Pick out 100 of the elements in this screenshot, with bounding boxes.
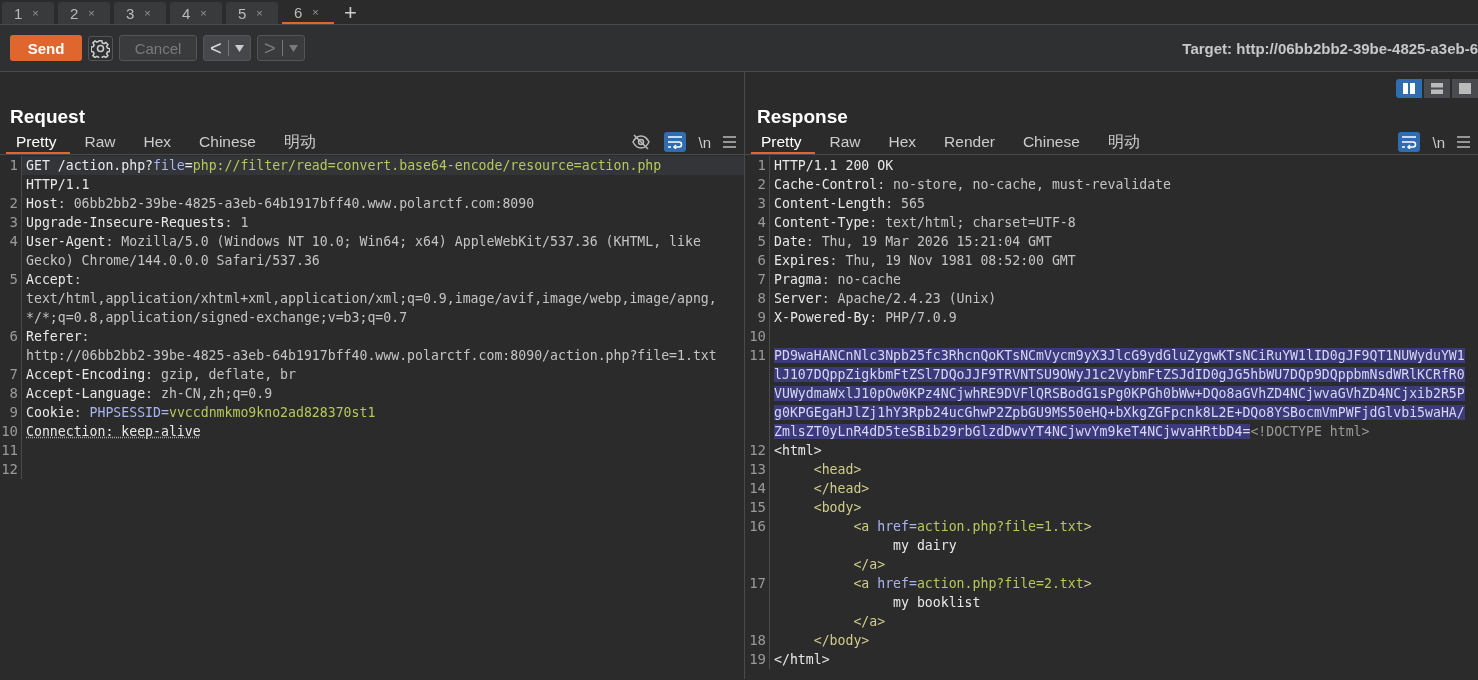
line-number: 12 <box>0 460 22 479</box>
line-number: 12 <box>745 441 770 460</box>
view-tab[interactable]: Chinese <box>1012 130 1094 154</box>
session-tab[interactable]: 3 × <box>114 2 166 24</box>
pane-title: Response <box>756 105 849 129</box>
code-line: Gecko) Chrome/144.0.0.0 Safari/537.36 <box>25 252 321 270</box>
columns-icon <box>1403 83 1415 94</box>
line-number: 6 <box>745 251 770 270</box>
line-number: 9 <box>0 403 22 422</box>
close-icon[interactable]: × <box>312 6 319 18</box>
line-number: 3 <box>745 194 770 213</box>
add-tab-button[interactable]: + <box>338 2 357 24</box>
line-number: 18 <box>745 631 770 650</box>
code-line: Connection: keep-alive <box>25 423 202 441</box>
code-line: Accept-Language: zh-CN,zh;q=0.9 <box>25 385 274 403</box>
newline-toggle[interactable]: \n <box>698 132 711 152</box>
view-tab[interactable]: Chinese <box>189 130 270 154</box>
line-number: 11 <box>0 441 22 460</box>
layout-toggle[interactable] <box>1452 79 1478 98</box>
line-number: 5 <box>745 232 770 251</box>
code-line: <head> <box>812 461 863 479</box>
code-line: </a> <box>852 613 887 631</box>
layout-toggle[interactable] <box>1396 79 1422 98</box>
view-tab[interactable]: Raw <box>74 130 130 154</box>
view-tab[interactable]: Hex <box>133 130 186 154</box>
hide-button[interactable] <box>630 132 653 152</box>
line-number: 5 <box>0 270 22 289</box>
code-line: Accept: <box>25 271 83 289</box>
code-line: Server: Apache/2.4.23 (Unix) <box>773 290 998 308</box>
line-number: 10 <box>745 327 770 346</box>
line-number: 9 <box>745 308 770 327</box>
session-tab[interactable]: 1 × <box>2 2 54 24</box>
menu-icon[interactable] <box>1457 136 1470 148</box>
line-number: 11 <box>745 346 770 365</box>
back-button[interactable]: < <box>203 35 251 61</box>
code-line: http://06bb2bb2-39be-4825-a3eb-64b1917bff40.www.polarctf.com:8090/action.php?file=1.txt <box>25 347 718 365</box>
view-tab[interactable]: Hex <box>878 130 931 154</box>
caret-icon[interactable] <box>234 44 244 52</box>
code-line: Upgrade-Insecure-Requests: 1 <box>25 214 250 232</box>
line-number: 2 <box>0 194 22 213</box>
line-number: 14 <box>745 479 770 498</box>
close-icon[interactable]: × <box>256 7 263 19</box>
code-line: </body> <box>812 632 871 650</box>
wrap-icon <box>1401 135 1418 149</box>
settings-button[interactable] <box>88 35 113 61</box>
code-line: my dairy <box>892 537 958 555</box>
code-line: X-Powered-By: PHP/7.0.9 <box>773 309 958 327</box>
code-line: Referer: <box>25 328 91 346</box>
code-line: Host: 06bb2bb2-39be-4825-a3eb-64b1917bff40.www.polarctf.com:8090 <box>25 195 536 213</box>
line-number: 2 <box>745 175 770 194</box>
code-line: Pragma: no-cache <box>773 271 903 289</box>
code-line: </a> <box>852 556 887 574</box>
eye-slash-icon <box>632 134 651 150</box>
code-line: <a href=action.php?file=1.txt> <box>852 518 1093 536</box>
code-line: Cache-Control: no-store, no-cache, must-revalidate <box>773 176 1172 194</box>
code-line: <a href=action.php?file=2.txt> <box>852 575 1093 593</box>
close-icon[interactable]: × <box>200 7 207 19</box>
line-number: 8 <box>745 289 770 308</box>
code-line: HTTP/1.1 <box>25 176 91 194</box>
target-url: Target: http://06bb2bb2-39be-4825-a3eb-6 <box>1182 39 1478 57</box>
line-number: 3 <box>0 213 22 232</box>
line-number: 19 <box>745 650 770 669</box>
view-tab[interactable]: Pretty <box>751 130 816 154</box>
session-tab[interactable]: 2 × <box>58 2 110 24</box>
layout-toggle[interactable] <box>1424 79 1450 98</box>
code-line: Expires: Thu, 19 Nov 1981 08:52:00 GMT <box>773 252 1077 270</box>
settings-icon <box>91 38 110 58</box>
close-icon[interactable]: × <box>88 7 95 19</box>
line-number: 16 <box>745 517 770 536</box>
line-number: 7 <box>745 270 770 289</box>
menu-icon[interactable] <box>723 136 736 148</box>
code-line: ZmlsZT0yLnR4dD5teSBib29rbGlzdDwvYT4NCjwvYm9keT4NCjwvaHRtbD4=<!DOCTYPE html> <box>773 423 1371 441</box>
session-tab[interactable]: 5 × <box>226 2 278 24</box>
line-number: 10 <box>0 422 22 441</box>
line-number: 4 <box>745 213 770 232</box>
line-number: 1 <box>745 156 770 175</box>
view-tab[interactable]: 明动 <box>273 130 330 154</box>
square-icon <box>1459 83 1471 94</box>
code-line: </html> <box>773 651 831 669</box>
code-line: <html> <box>773 442 823 460</box>
wrap-button[interactable] <box>664 132 687 152</box>
line-number: 6 <box>0 327 22 346</box>
code-line: text/html,application/xhtml+xml,application/xml;q=0.9,image/avif,image/webp,image/apng, <box>25 290 718 308</box>
session-tab[interactable]: 4 × <box>170 2 222 24</box>
view-tab[interactable]: Pretty <box>6 130 71 154</box>
line-number: 8 <box>0 384 22 403</box>
code-line: <body> <box>812 499 863 517</box>
wrap-icon <box>667 135 684 149</box>
line-number: 7 <box>0 365 22 384</box>
pane-title: Request <box>9 105 86 129</box>
view-tab[interactable]: Raw <box>819 130 875 154</box>
view-tab[interactable]: 明动 <box>1097 130 1154 154</box>
wrap-button[interactable] <box>1398 132 1421 152</box>
close-icon[interactable]: × <box>144 7 151 19</box>
code-line: Date: Thu, 19 Mar 2026 15:21:04 GMT <box>773 233 1053 251</box>
newline-toggle[interactable]: \n <box>1432 132 1445 152</box>
code-line: Content-Type: text/html; charset=UTF-8 <box>773 214 1077 232</box>
code-line: User-Agent: Mozilla/5.0 (Windows NT 10.0; Win64; x64) AppleWebKit/537.36 (KHTML, like <box>25 233 702 251</box>
view-tab[interactable]: Render <box>934 130 1009 154</box>
close-icon[interactable]: × <box>32 7 39 19</box>
